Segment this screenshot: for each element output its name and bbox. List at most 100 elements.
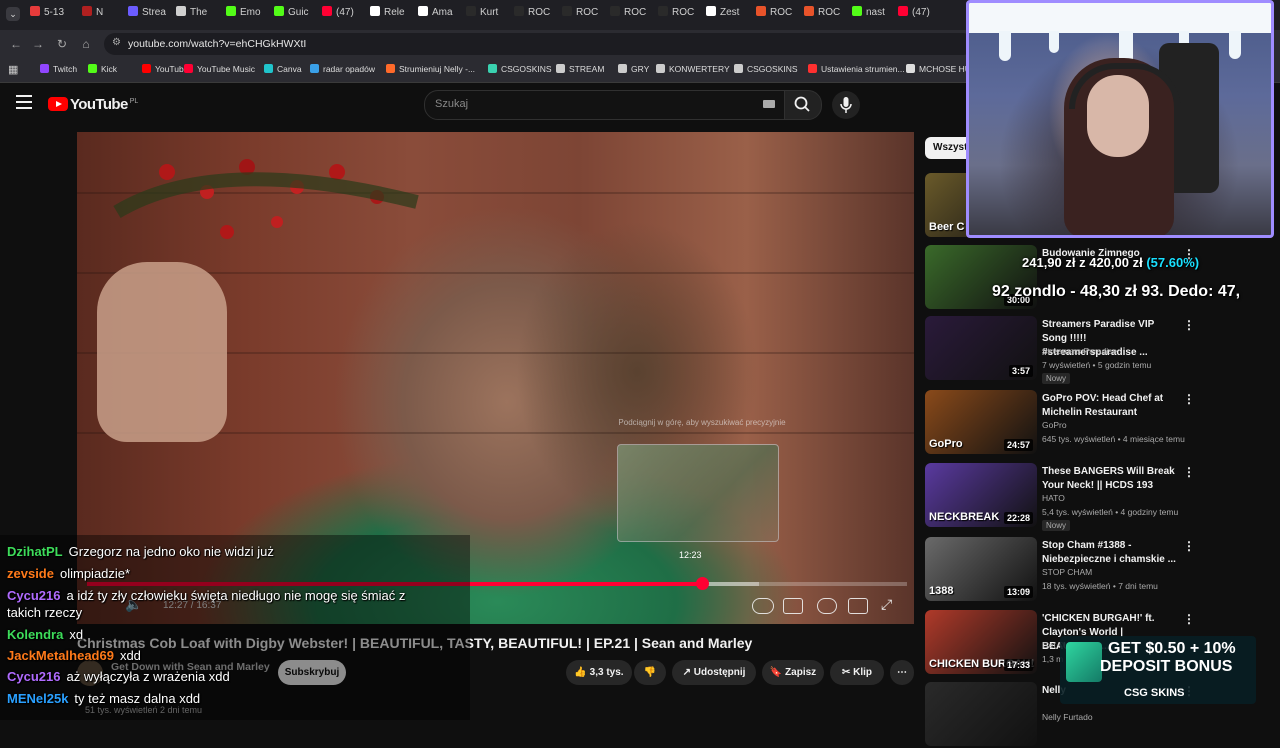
- browser-tab[interactable]: 5-13: [30, 6, 74, 24]
- video-duration: 13:09: [1003, 586, 1033, 598]
- bookmark-item[interactable]: Strumieniuj Nelly -...: [386, 64, 475, 74]
- apps-grid-icon[interactable]: ▦: [8, 63, 18, 76]
- browser-tab[interactable]: Ama: [418, 6, 462, 24]
- video-thumbnail[interactable]: [925, 682, 1037, 746]
- tab-label: Zest: [720, 7, 740, 18]
- browser-tab[interactable]: ROC: [756, 6, 800, 24]
- recommended-video[interactable]: 1388 13:09 Stop Cham #1388 - Niebezpieczne…: [925, 537, 1265, 603]
- browser-tab[interactable]: nast: [852, 6, 896, 24]
- recommended-channel[interactable]: GoPro: [1042, 420, 1067, 430]
- more-vertical-icon[interactable]: ⋮: [1183, 318, 1195, 332]
- chat-username: JackMetalhead69: [7, 648, 114, 663]
- recommended-title[interactable]: GoPro POV: Head Chef at Michelin Restaur…: [1042, 392, 1177, 420]
- browser-tab[interactable]: Kurt: [466, 6, 510, 24]
- tab-favicon-icon: [30, 6, 40, 16]
- tab-label: Rele: [384, 7, 405, 18]
- video-thumbnail[interactable]: NECKBREAK 22:28: [925, 463, 1037, 527]
- recommended-channel[interactable]: HATO: [1042, 493, 1065, 503]
- browser-tab[interactable]: N: [82, 6, 126, 24]
- browser-tab[interactable]: Strea: [128, 6, 172, 24]
- more-vertical-icon[interactable]: ⋮: [1183, 612, 1195, 626]
- bookmark-item[interactable]: GRY: [618, 64, 649, 74]
- bookmark-item[interactable]: Kick: [88, 64, 117, 74]
- bookmark-item[interactable]: YouTube: [142, 64, 188, 74]
- clip-button[interactable]: ✂ Klip: [830, 660, 884, 685]
- tab-search-button[interactable]: ⌄: [6, 7, 20, 21]
- recommended-video[interactable]: 3:57 Streamers Paradise VIP Song !!!!! #s…: [925, 316, 1265, 384]
- bookmark-item[interactable]: Twitch: [40, 64, 77, 74]
- bookmark-label: YouTube Music: [197, 64, 255, 74]
- chat-username: Cycu216: [7, 588, 61, 603]
- like-button[interactable]: 👍 3,3 tys.: [566, 660, 632, 685]
- video-thumbnail[interactable]: 1388 13:09: [925, 537, 1037, 601]
- hand-gesture: [97, 262, 227, 442]
- browser-tab[interactable]: (47): [322, 6, 366, 24]
- bookmark-label: Twitch: [53, 64, 78, 74]
- settings-gear-icon[interactable]: [817, 598, 837, 614]
- bookmark-item[interactable]: radar opadów: [310, 64, 375, 74]
- recommended-video[interactable]: GoPro 24:57 GoPro POV: Head Chef at Michel…: [925, 390, 1265, 456]
- youtube-logo[interactable]: YouTube PL: [48, 96, 138, 114]
- browser-tab[interactable]: Guic: [274, 6, 318, 24]
- icicle: [1229, 31, 1241, 59]
- voice-search-button[interactable]: [832, 91, 860, 119]
- bookmark-item[interactable]: Ustawienia strumien...: [808, 64, 905, 74]
- recommended-title[interactable]: Stop Cham #1388 - Niebezpieczne i chamsk…: [1042, 539, 1177, 567]
- more-vertical-icon[interactable]: ⋮: [1183, 392, 1195, 406]
- bookmark-item[interactable]: CSGOSKINS: [734, 64, 798, 74]
- site-info-icon[interactable]: ⚙: [112, 37, 121, 48]
- recommended-channel[interactable]: STOP CHAM: [1042, 567, 1092, 577]
- browser-tab[interactable]: ROC: [610, 6, 654, 24]
- browser-tab[interactable]: The: [176, 6, 220, 24]
- dislike-button[interactable]: 👎: [634, 660, 666, 685]
- video-thumbnail[interactable]: 3:57: [925, 316, 1037, 380]
- bookmark-label: Canva: [277, 64, 302, 74]
- hamburger-menu-icon[interactable]: [16, 95, 32, 109]
- reload-icon[interactable]: ↻: [54, 36, 70, 52]
- keyboard-icon[interactable]: [763, 100, 775, 108]
- browser-tab[interactable]: (47): [898, 6, 942, 24]
- promo-brand: CSG SKINS: [1124, 687, 1185, 699]
- bookmark-item[interactable]: KONWERTERY: [656, 64, 730, 74]
- search-input[interactable]: Szukaj: [424, 90, 786, 120]
- chat-message: MENel25k ty też masz dalna xdd: [7, 691, 200, 707]
- browser-tab[interactable]: ROC: [804, 6, 848, 24]
- recommended-channel[interactable]: Streamers Paradise: [1042, 346, 1117, 356]
- seek-hint: Podciągnij w górę, aby wyszukiwać precyz…: [618, 418, 786, 427]
- bookmark-item[interactable]: STREAM: [556, 64, 604, 74]
- address-bar[interactable]: ⚙ youtube.com/watch?v=ehCHGkHWXtI: [104, 33, 974, 55]
- more-vertical-icon[interactable]: ⋮: [1183, 465, 1195, 479]
- back-icon[interactable]: ←: [8, 36, 24, 52]
- miniplayer-icon[interactable]: [848, 598, 868, 614]
- browser-tab[interactable]: ROC: [562, 6, 606, 24]
- recommended-title[interactable]: These BANGERS Will Break Your Neck! || H…: [1042, 465, 1177, 493]
- recommended-video[interactable]: NECKBREAK 22:28 These BANGERS Will Break Y…: [925, 463, 1265, 531]
- forward-icon[interactable]: →: [30, 36, 46, 52]
- browser-tab[interactable]: Zest: [706, 6, 750, 24]
- video-duration: 3:57: [1008, 365, 1033, 377]
- share-icon: ↗: [682, 667, 691, 678]
- stream-chat-overlay: DzihatPL Grzegorz na jedno oko nie widzi …: [0, 535, 470, 720]
- share-button[interactable]: ↗ Udostępnij: [672, 660, 756, 685]
- bookmark-item[interactable]: Canva: [264, 64, 302, 74]
- search-button[interactable]: [784, 90, 822, 120]
- youtube-play-icon: [48, 97, 68, 111]
- bookmark-item[interactable]: CSGOSKINS: [488, 64, 552, 74]
- bookmark-item[interactable]: YouTube Music: [184, 64, 255, 74]
- recommended-channel[interactable]: Nelly Furtado: [1042, 712, 1093, 722]
- video-thumbnail[interactable]: CHICKEN BURGAH! 17:33: [925, 610, 1037, 674]
- more-vertical-icon[interactable]: ⋮: [1183, 539, 1195, 553]
- donation-ticker: 92 zondlo - 48,30 zł 93. Dedo: 47,: [992, 283, 1241, 300]
- browser-tab[interactable]: Rele: [370, 6, 414, 24]
- video-thumbnail[interactable]: GoPro 24:57: [925, 390, 1037, 454]
- browser-tab[interactable]: ROC: [514, 6, 558, 24]
- fullscreen-icon[interactable]: ⤢: [881, 596, 892, 613]
- scrubber-knob[interactable]: [696, 577, 709, 590]
- browser-tab[interactable]: Emo: [226, 6, 270, 24]
- autoplay-toggle[interactable]: [752, 598, 774, 614]
- home-icon[interactable]: ⌂: [78, 36, 94, 52]
- save-button[interactable]: 🔖 Zapisz: [762, 660, 824, 685]
- subtitles-icon[interactable]: [783, 598, 803, 614]
- more-actions-button[interactable]: ⋯: [890, 660, 914, 685]
- browser-tab[interactable]: ROC: [658, 6, 702, 24]
